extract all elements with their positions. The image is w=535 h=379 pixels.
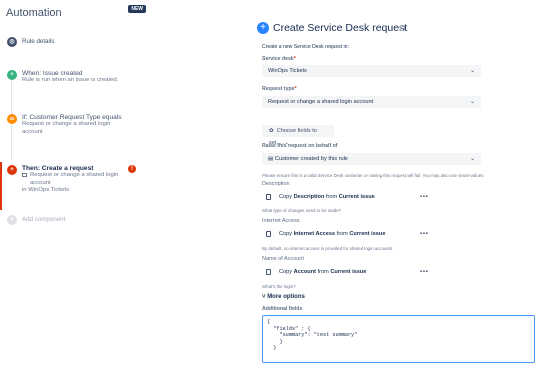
service-desk-select[interactable]: WinOps Tickets ⌄ <box>262 65 481 77</box>
add-component-icon: + <box>7 215 17 225</box>
internet-access-help: By default, no internet access is provid… <box>262 246 393 251</box>
description-copy-row[interactable]: Copy Description from Current issue ••• <box>262 191 462 203</box>
request-icon <box>22 173 27 178</box>
chevron-down-icon: ⌄ <box>469 99 475 105</box>
raise-on-behalf-label: Raise this request on behalf of <box>262 143 338 149</box>
chevron-down-icon: ˅ <box>262 294 266 300</box>
action-subtext: Request or change a shared login account <box>22 172 122 187</box>
customer-icon: ▤ <box>268 156 274 162</box>
trigger-plus-icon: + <box>7 70 17 80</box>
docs-icon[interactable] <box>400 25 405 31</box>
automation-page: Automation NEW ◎ Rule details + When: Is… <box>0 0 535 379</box>
internet-access-field-label: Internet Access <box>262 218 300 224</box>
intro-text: Create a new Service Desk request in: <box>262 44 349 50</box>
raise-on-behalf-select[interactable]: ▤ Customer created by this rule ⌄ <box>262 153 481 165</box>
chevron-down-icon: ⌄ <box>469 156 475 162</box>
trigger-heading: When: Issue created <box>22 70 83 77</box>
condition-subtext: Request or change a shared login account <box>22 121 111 135</box>
copy-icon <box>266 194 271 200</box>
create-request-icon: + <box>257 22 269 34</box>
action-plus-icon: + <box>7 165 17 175</box>
more-options-icon[interactable]: ••• <box>420 228 429 240</box>
account-help: What's the login? <box>262 284 296 289</box>
page-title: Automation <box>6 7 62 19</box>
condition-text: If: Customer Request Type equals Request… <box>22 114 147 136</box>
additional-fields-label: Additional fields <box>262 306 303 312</box>
action-project: in WinOps Tickets <box>22 187 70 194</box>
choose-fields-button[interactable]: ✿ Choose fields to set... ⌄ <box>262 125 334 146</box>
request-type-select[interactable]: Request or change a shared login account… <box>262 96 481 108</box>
request-type-label: Request type* <box>262 86 297 92</box>
selected-indicator <box>0 162 2 210</box>
rule-details-label: Rule details <box>22 38 55 45</box>
description-help: What type of changes need to be made? <box>262 208 342 213</box>
panel-title: Create Service Desk request <box>273 22 408 34</box>
error-icon: ! <box>128 165 136 173</box>
trigger-subtext: Rule is run when an issue is created. <box>22 77 119 84</box>
service-desk-label: Service desk* <box>262 56 296 62</box>
additional-fields-editor[interactable]: { "fields" : { "summary": "test summary"… <box>262 315 535 363</box>
more-options-icon[interactable]: ••• <box>420 266 429 278</box>
more-options-toggle[interactable]: ˅ More options <box>262 294 305 300</box>
chevron-down-icon: ⌄ <box>469 68 475 74</box>
condition-heading: If: Customer Request Type equals <box>22 114 122 121</box>
more-options-icon[interactable]: ••• <box>420 191 429 203</box>
rule-sidebar: Automation NEW ◎ Rule details + When: Is… <box>0 0 152 379</box>
gear-icon: ✿ <box>269 128 274 134</box>
account-copy-row[interactable]: Copy Account from Current issue ••• <box>262 266 462 278</box>
new-badge: NEW <box>128 5 146 13</box>
rule-details-icon: ◎ <box>7 37 17 47</box>
description-field-label: Description <box>262 181 290 187</box>
raise-help-text: Please ensure this is a valid Service De… <box>262 173 484 178</box>
condition-icon: 32 <box>7 114 17 124</box>
copy-icon <box>266 269 271 275</box>
add-component-label: Add component <box>22 216 66 223</box>
trigger-text: When: Issue created Rule is run when an … <box>22 70 147 85</box>
copy-icon <box>266 231 271 237</box>
sidebar-header: Automation NEW <box>6 3 146 19</box>
account-field-label: Name of Account <box>262 256 304 262</box>
internet-access-copy-row[interactable]: Copy Internet Access from Current issue … <box>262 228 462 240</box>
